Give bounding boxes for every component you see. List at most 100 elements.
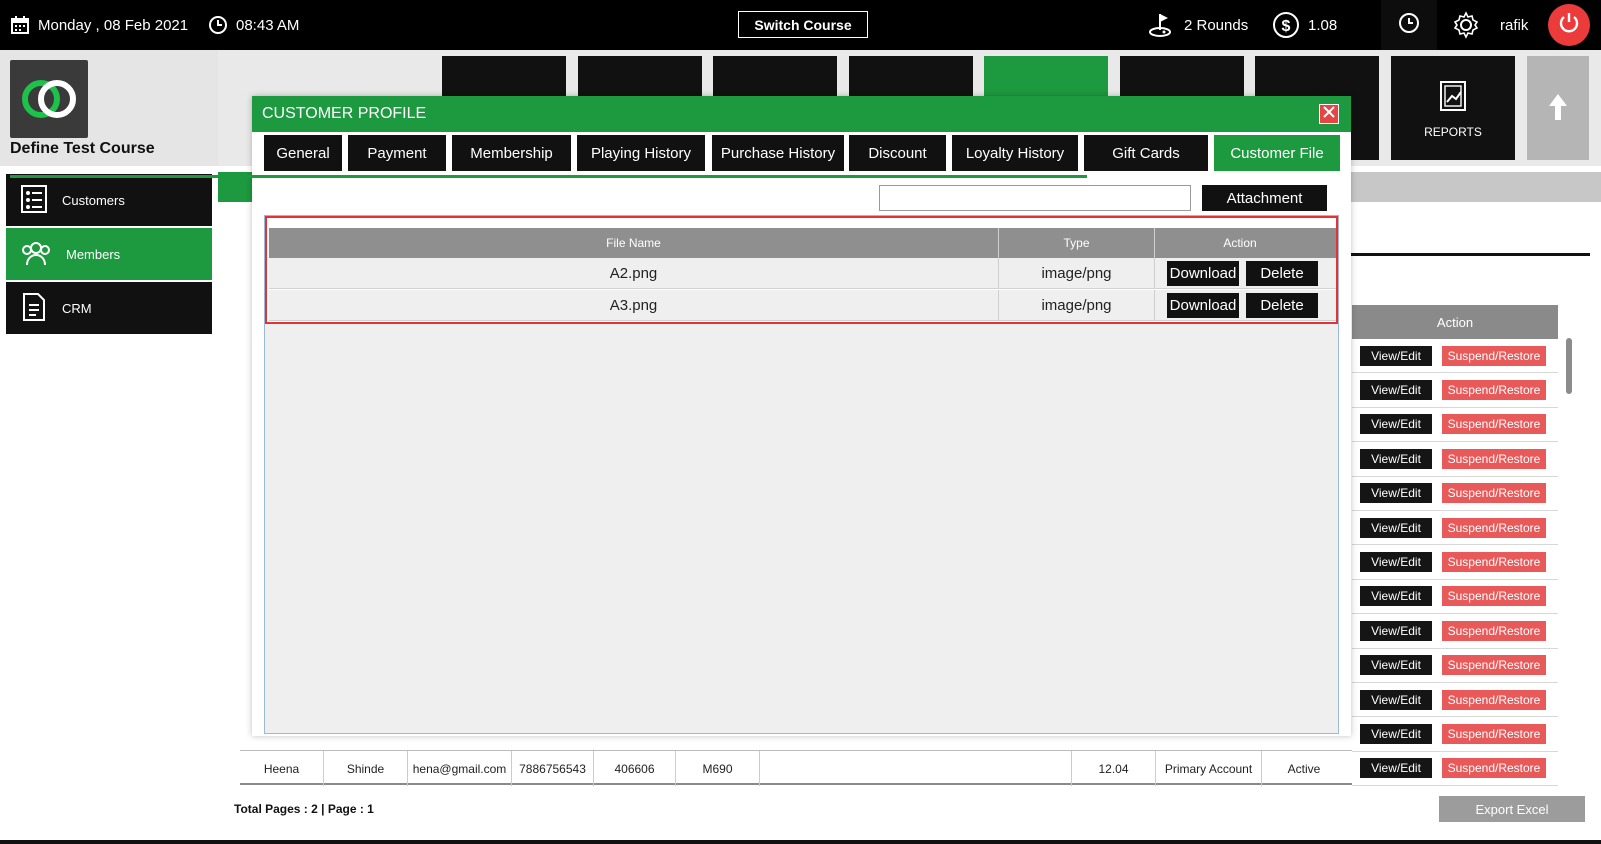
suspend-restore-button[interactable]: Suspend/Restore [1442,345,1546,366]
delete-button[interactable]: Delete [1246,293,1318,318]
modal-header: CUSTOMER PROFILE [252,96,1351,132]
action-row: View/Edit Suspend/Restore [1352,648,1558,683]
cell-file-type: image/png [999,290,1155,320]
app-root: Monday , 08 Feb 2021 08:43 AM Switch Cou… [0,0,1601,844]
action-row: View/Edit Suspend/Restore [1352,510,1558,546]
view-edit-button[interactable]: View/Edit [1360,380,1432,401]
suspend-restore-button[interactable]: Suspend/Restore [1442,723,1546,744]
view-edit-button[interactable]: View/Edit [1360,620,1432,641]
cell-balance: 12.04 [1072,751,1156,786]
history-button[interactable] [1381,0,1437,50]
action-column-header: Action [1352,305,1558,339]
view-edit-button[interactable]: View/Edit [1360,723,1432,744]
cell-empty [760,751,1072,786]
modal-close-button[interactable] [1319,104,1339,124]
download-button[interactable]: Download [1167,293,1239,318]
sidebar-item-label: Members [66,246,121,262]
view-edit-button[interactable]: View/Edit [1360,689,1432,710]
scroll-top-button[interactable] [1527,56,1589,160]
action-row: View/Edit Suspend/Restore [1352,476,1558,511]
tab-purchase-history[interactable]: Purchase History [712,135,844,171]
tab-membership[interactable]: Membership [452,135,571,171]
view-edit-button[interactable]: View/Edit [1360,655,1432,676]
view-edit-button[interactable]: View/Edit [1360,586,1432,607]
table-row: Heena Shinde hena@gmail.com 7886756543 4… [240,750,1352,786]
file-table-header: File Name Type Action [269,228,1336,258]
suspend-restore-button[interactable]: Suspend/Restore [1442,620,1546,641]
tab-customer-file[interactable]: Customer File [1214,135,1340,171]
profile-tabs: General Payment Membership Playing History P… [252,132,1351,174]
action-row: View/Edit Suspend/Restore [1352,339,1558,374]
date-display: Monday , 08 Feb 2021 [10,0,188,50]
view-edit-button[interactable]: View/Edit [1360,483,1432,504]
bottom-edge [0,840,1601,844]
action-row: View/Edit Suspend/Restore [1352,407,1558,443]
view-edit-button[interactable]: View/Edit [1360,758,1432,779]
cell-member-id: M690 [676,751,760,786]
suspend-restore-button[interactable]: Suspend/Restore [1442,483,1546,504]
tab-gift-cards[interactable]: Gift Cards [1084,135,1208,171]
sidebar-item-crm[interactable]: CRM [6,282,212,334]
customers-icon [20,184,48,217]
sidebar-item-customers[interactable]: Customers [6,174,212,226]
suspend-restore-button[interactable]: Suspend/Restore [1442,655,1546,676]
action-row: View/Edit Suspend/Restore [1352,442,1558,477]
tab-playing-history[interactable]: Playing History [577,135,705,171]
file-table: File Name Type Action A2.png image/png D… [265,216,1338,324]
table-scrollbar[interactable] [1566,338,1572,394]
action-row: View/Edit Suspend/Restore [1352,682,1558,718]
table-row: A2.png image/png Download Delete [269,258,1336,289]
modal-title: CUSTOMER PROFILE [262,105,427,122]
view-edit-button[interactable]: View/Edit [1360,517,1432,538]
suspend-restore-button[interactable]: Suspend/Restore [1442,552,1546,573]
members-icon [20,239,52,270]
suspend-restore-button[interactable]: Suspend/Restore [1442,380,1546,401]
members-page-header-tail [1340,172,1601,202]
header-type: Type [999,228,1155,258]
sidebar-item-label: CRM [62,300,92,316]
suspend-restore-button[interactable]: Suspend/Restore [1442,758,1546,779]
dollar-icon: $ [1272,11,1300,39]
view-edit-button[interactable]: View/Edit [1360,552,1432,573]
cell-account-type: Primary Account [1156,751,1262,786]
view-edit-button[interactable]: View/Edit [1360,345,1432,366]
tab-payment[interactable]: Payment [348,135,446,171]
user-name[interactable]: rafik [1500,0,1528,50]
attachment-button[interactable]: Attachment [1202,185,1327,211]
switch-course-button[interactable]: Switch Course [738,11,868,38]
suspend-restore-button[interactable]: Suspend/Restore [1442,586,1546,607]
golf-flag-icon [1148,11,1176,39]
settings-button[interactable] [1452,0,1480,50]
tile-reports[interactable]: REPORTS [1391,56,1515,160]
suspend-restore-button[interactable]: Suspend/Restore [1442,448,1546,469]
action-row: View/Edit Suspend/Restore [1352,373,1558,408]
delete-button[interactable]: Delete [1246,261,1318,286]
action-row: View/Edit Suspend/Restore [1352,717,1558,752]
suspend-restore-button[interactable]: Suspend/Restore [1442,689,1546,710]
header-action: Action [1223,236,1257,250]
logout-button[interactable] [1548,4,1590,46]
rounds-display: 2 Rounds [1148,0,1248,50]
calendar-icon [10,15,30,35]
tab-loyalty-history[interactable]: Loyalty History [952,135,1078,171]
action-row: View/Edit Suspend/Restore [1352,751,1558,787]
suspend-restore-button[interactable]: Suspend/Restore [1442,414,1546,435]
tab-general[interactable]: General [264,135,342,171]
reports-label: REPORTS [1424,124,1482,139]
action-row: View/Edit Suspend/Restore [1352,579,1558,615]
sidebar-item-members[interactable]: Members [6,228,212,280]
sidebar: Customers Members CRM [0,166,218,844]
view-edit-button[interactable]: View/Edit [1360,448,1432,469]
close-icon [1322,105,1336,124]
view-edit-button[interactable]: View/Edit [1360,414,1432,435]
cell-zip: 406606 [594,751,676,786]
file-path-input[interactable] [879,185,1191,211]
rounds-text: 2 Rounds [1184,16,1249,34]
download-button[interactable]: Download [1167,261,1239,286]
clock-icon [208,15,228,35]
export-excel-button[interactable]: Export Excel [1439,796,1585,822]
cell-file-name: A2.png [269,258,999,288]
tab-discount[interactable]: Discount [849,135,946,171]
crm-icon [20,292,48,325]
suspend-restore-button[interactable]: Suspend/Restore [1442,517,1546,538]
